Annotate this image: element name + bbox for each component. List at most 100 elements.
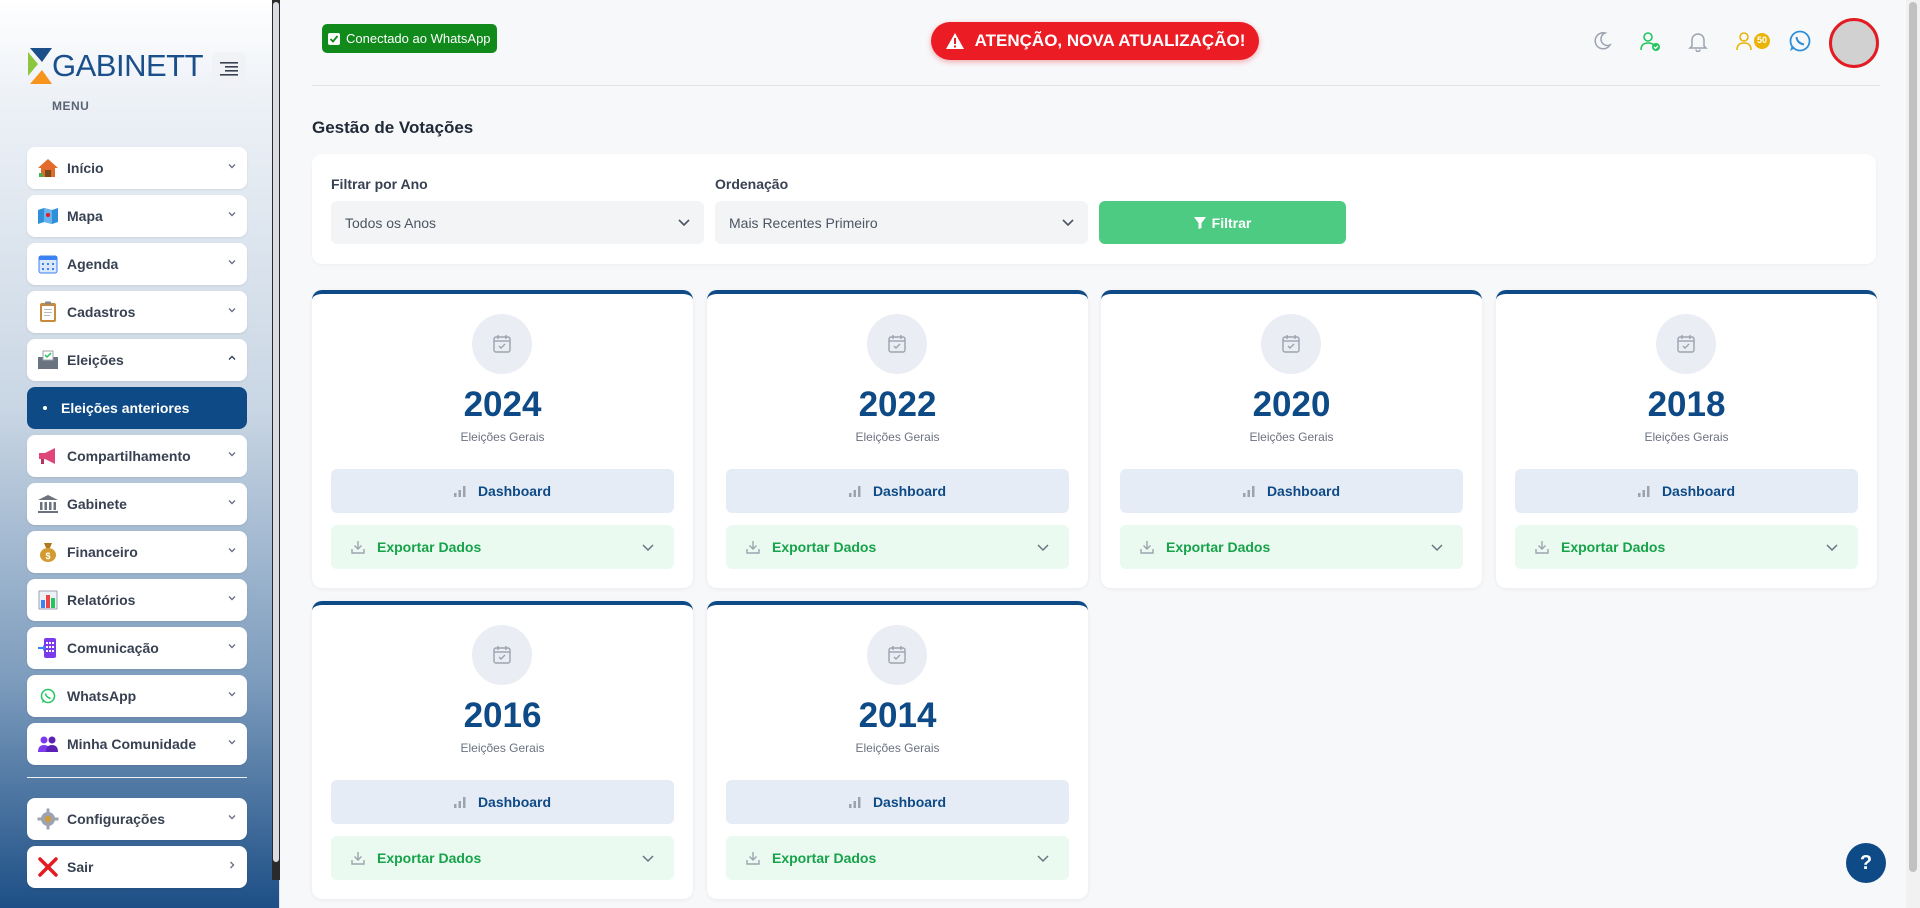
- chevron-down-icon: [228, 815, 236, 820]
- sidebar-item-gabinete[interactable]: Gabinete: [27, 483, 247, 525]
- export-data-dropdown[interactable]: Exportar Dados: [1120, 525, 1463, 569]
- sidebar-item-agenda[interactable]: Agenda: [27, 243, 247, 285]
- logo: GABINETT: [26, 46, 204, 86]
- chevron-down-icon: [228, 644, 236, 649]
- sidebar-scrollbar-thumb[interactable]: [273, 2, 279, 862]
- year-filter-select[interactable]: Todos os Anos: [331, 201, 704, 244]
- sidebar-item-relatorios[interactable]: Relatórios: [27, 579, 247, 621]
- sidebar-item-eleicoes[interactable]: Eleições: [27, 339, 247, 381]
- chart-bars-icon: [848, 796, 861, 808]
- sidebar-item-label: Agenda: [67, 256, 119, 272]
- dashboard-button-label: Dashboard: [477, 483, 552, 499]
- chevron-down-icon: [1431, 544, 1443, 552]
- chevron-down-icon: [1037, 855, 1049, 863]
- chevron-down-icon: [1826, 544, 1838, 552]
- whatsapp-icon: [37, 685, 59, 707]
- chart-bars-icon: [1637, 485, 1650, 497]
- sidebar-item-whatsapp[interactable]: WhatsApp: [27, 675, 247, 717]
- export-data-dropdown[interactable]: Exportar Dados: [726, 836, 1069, 880]
- download-icon: [746, 852, 760, 865]
- sidebar-item-label: Relatórios: [67, 592, 136, 608]
- year-filter-value: Todos os Anos: [345, 214, 437, 231]
- avatar[interactable]: [1829, 18, 1879, 68]
- update-alert-button[interactable]: ATENÇÃO, NOVA ATUALIZAÇÃO!: [931, 22, 1259, 60]
- chevron-down-icon: [228, 740, 236, 745]
- dashboard-button-label: Dashboard: [477, 794, 552, 810]
- calendar-check-icon: [472, 625, 532, 685]
- whatsapp-icon: [1789, 30, 1811, 52]
- calendar-check-icon: [1261, 314, 1321, 374]
- dashboard-button[interactable]: Dashboard: [726, 780, 1069, 824]
- sidebar-item-cadastros[interactable]: Cadastros: [27, 291, 247, 333]
- help-button[interactable]: ?: [1846, 843, 1886, 883]
- users-online-button[interactable]: 50: [1736, 29, 1772, 53]
- page-scrollbar-thumb[interactable]: [1909, 2, 1917, 872]
- dashboard-button[interactable]: Dashboard: [331, 469, 674, 513]
- calendar-check-icon: [1656, 314, 1716, 374]
- sidebar-item-label: Gabinete: [67, 496, 127, 512]
- sidebar-item-label: Minha Comunidade: [67, 736, 197, 752]
- sidebar-item-label: Configurações: [67, 811, 166, 827]
- whatsapp-button[interactable]: [1788, 29, 1812, 53]
- sidebar-subitem-label: Eleições anteriores: [61, 400, 190, 416]
- chevron-down-icon: [228, 164, 236, 169]
- gear-icon: [37, 808, 59, 830]
- map-icon: [37, 205, 59, 227]
- export-data-dropdown[interactable]: Exportar Dados: [331, 836, 674, 880]
- export-data-dropdown[interactable]: Exportar Dados: [726, 525, 1069, 569]
- sidebar-item-comunicacao[interactable]: Comunicação: [27, 627, 247, 669]
- sidebar-divider: [27, 777, 247, 778]
- chevron-down-icon: [228, 260, 236, 265]
- dashboard-button[interactable]: Dashboard: [331, 780, 674, 824]
- sidebar-item-financeiro[interactable]: $ Financeiro: [27, 531, 247, 573]
- checkbox-icon: [328, 32, 340, 45]
- sidebar-item-label: Compartilhamento: [67, 448, 191, 464]
- dashboard-button[interactable]: Dashboard: [726, 469, 1069, 513]
- sidebar-item-configuracoes[interactable]: Configurações: [27, 798, 247, 840]
- phone-icon: [37, 637, 59, 659]
- export-data-label: Exportar Dados: [1166, 539, 1271, 555]
- close-icon: [37, 856, 59, 878]
- logo-mark-icon: [26, 46, 56, 86]
- chevron-down-icon: [228, 308, 236, 313]
- election-type: Eleições Gerais: [1644, 430, 1729, 444]
- dashboard-button[interactable]: Dashboard: [1120, 469, 1463, 513]
- download-icon: [1140, 541, 1154, 554]
- sidebar-item-label: Comunicação: [67, 640, 159, 656]
- download-icon: [351, 852, 365, 865]
- calendar-check-icon: [867, 314, 927, 374]
- sidebar-item-minha-comunidade[interactable]: Minha Comunidade: [27, 723, 247, 765]
- election-card: 2016 Eleições Gerais Dashboard Exportar Dad…: [312, 601, 693, 899]
- user-status-button[interactable]: [1638, 29, 1662, 53]
- export-data-label: Exportar Dados: [377, 850, 482, 866]
- election-type: Eleições Gerais: [460, 741, 545, 755]
- sidebar-subitem-eleicoes-anteriores[interactable]: Eleições anteriores: [27, 387, 247, 429]
- calendar-check-icon: [867, 625, 927, 685]
- filter-button[interactable]: Filtrar: [1099, 201, 1346, 244]
- dark-mode-button[interactable]: [1590, 29, 1614, 53]
- export-data-dropdown[interactable]: Exportar Dados: [331, 525, 674, 569]
- election-card: 2022 Eleições Gerais Dashboard Exportar Dad…: [707, 290, 1088, 588]
- election-card: 2024 Eleições Gerais Dashboard Exportar Dad…: [312, 290, 693, 588]
- warning-icon: [945, 33, 964, 49]
- sidebar-item-compartilhamento[interactable]: Compartilhamento: [27, 435, 247, 477]
- order-select[interactable]: Mais Recentes Primeiro: [715, 201, 1088, 244]
- dashboard-button[interactable]: Dashboard: [1515, 469, 1858, 513]
- dashboard-button-label: Dashboard: [1266, 483, 1341, 499]
- sidebar-item-label: Cadastros: [67, 304, 136, 320]
- svg-text:$: $: [45, 551, 50, 561]
- chart-bars-icon: [848, 485, 861, 497]
- sidebar-item-inicio[interactable]: Início: [27, 147, 247, 189]
- whatsapp-status-badge: Conectado ao WhatsApp: [322, 24, 497, 53]
- user-check-icon: [1640, 32, 1660, 51]
- export-data-dropdown[interactable]: Exportar Dados: [1515, 525, 1858, 569]
- ballot-box-icon: [37, 349, 59, 371]
- notifications-button[interactable]: [1686, 29, 1710, 53]
- election-card: 2014 Eleições Gerais Dashboard Exportar Dad…: [707, 601, 1088, 899]
- sidebar-item-mapa[interactable]: Mapa: [27, 195, 247, 237]
- menu-toggle-button[interactable]: [212, 52, 246, 86]
- chart-bars-icon: [453, 796, 466, 808]
- chevron-down-icon: [642, 855, 654, 863]
- sidebar-item-sair[interactable]: Sair: [27, 846, 247, 888]
- election-card: 2020 Eleições Gerais Dashboard Exportar Dad…: [1101, 290, 1482, 588]
